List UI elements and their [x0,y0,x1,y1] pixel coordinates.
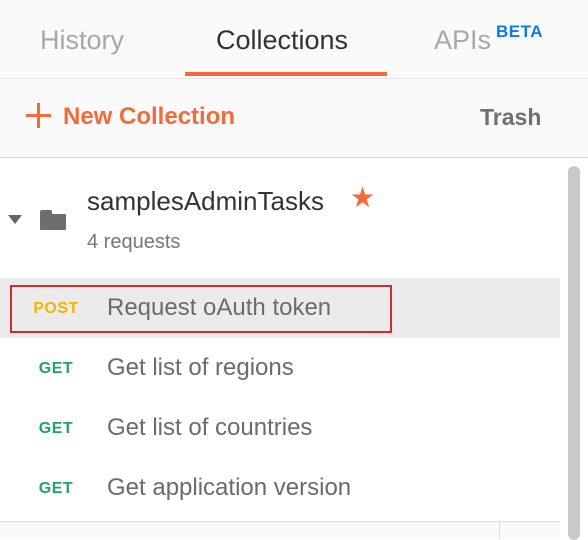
list-footer-row [0,521,560,539]
request-item[interactable]: POST Request oAuth token [0,278,560,338]
request-item[interactable]: GET Get list of regions [0,338,560,398]
request-name: Get application version [107,474,352,501]
tab-collections[interactable]: Collections [185,0,387,78]
request-method: GET [38,360,74,377]
caret-down-icon[interactable] [8,215,22,224]
highlight-box [10,285,392,333]
tab-collections-label: Collections [216,25,349,55]
folder-icon [40,210,66,230]
request-name: Get list of countries [107,414,313,441]
tab-history[interactable]: History [0,0,170,78]
sidebar-tabs: History Collections APIs BETA [0,0,588,79]
tab-history-label: History [40,25,125,55]
request-method: GET [38,480,74,497]
scrollbar-thumb[interactable] [568,166,580,540]
collection-header[interactable]: samplesAdminTasks ★ 4 requests [0,158,560,278]
active-tab-indicator [185,72,387,76]
request-item[interactable]: GET Get application version [0,458,560,518]
collection-list: samplesAdminTasks ★ 4 requests POST Requ… [0,158,560,539]
collection-name: samplesAdminTasks [87,186,324,216]
collections-toolbar: New Collection Trash [0,79,588,158]
new-collection-label: New Collection [63,103,236,130]
collection-request-count: 4 requests [87,231,181,253]
star-icon[interactable]: ★ [350,184,375,212]
request-method: GET [38,420,74,437]
divider [499,522,500,539]
plus-icon [26,103,51,128]
request-name: Get list of regions [107,354,294,381]
tab-apis[interactable]: APIs BETA [420,0,588,78]
request-item[interactable]: GET Get list of countries [0,398,560,458]
beta-badge: BETA [496,22,544,41]
tab-apis-label: APIs [434,25,492,55]
scrollbar-track[interactable] [560,158,588,540]
trash-button[interactable]: Trash [480,104,541,131]
